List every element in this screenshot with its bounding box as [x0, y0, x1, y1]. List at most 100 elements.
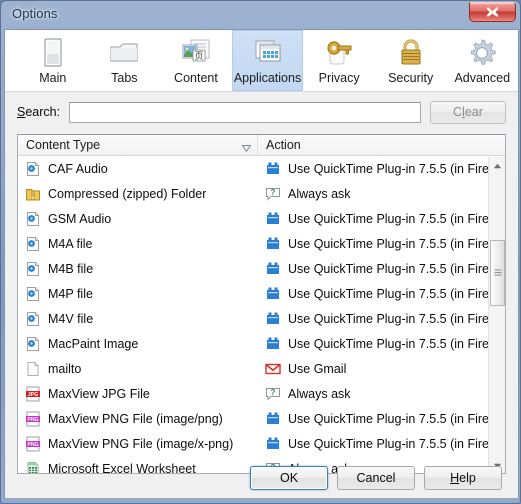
- cell-action: Use Gmail: [258, 361, 505, 377]
- gmail-icon: [265, 361, 281, 377]
- column-header-content-type[interactable]: Content Type: [18, 135, 258, 155]
- action-label: Use QuickTime Plug-in 7.5.5 (in Firef...: [288, 211, 503, 226]
- clear-label-prefix: C: [453, 105, 463, 119]
- column-header-action-label: Action: [266, 138, 301, 152]
- content-type-label: MacPaint Image: [48, 336, 139, 351]
- tab-privacy-label: Privacy: [318, 71, 360, 85]
- plugin-icon: [265, 436, 281, 452]
- tab-advanced[interactable]: Advanced: [446, 30, 518, 91]
- table-row[interactable]: GSM Audio Use QuickTime Plug-in 7.5.5 (i…: [18, 206, 505, 231]
- svg-text:PNG: PNG: [27, 417, 38, 423]
- content-type-label: M4B file: [48, 261, 94, 276]
- clear-button[interactable]: Clear: [430, 100, 506, 124]
- table-row[interactable]: JPG MaxView JPG File ? Always ask: [18, 381, 505, 406]
- column-header-action[interactable]: Action: [258, 135, 505, 155]
- search-row: Search: Clear: [5, 93, 518, 131]
- tab-privacy[interactable]: Privacy: [303, 30, 375, 91]
- tab-tabs[interactable]: Tabs: [89, 30, 161, 91]
- table-row[interactable]: M4P file Use QuickTime Plug-in 7.5.5 (in…: [18, 281, 505, 306]
- tab-main[interactable]: Main: [17, 30, 89, 91]
- svg-text:?: ?: [271, 388, 276, 397]
- action-label: Use QuickTime Plug-in 7.5.5 (in Firef...: [288, 311, 503, 326]
- help-label-suffix: elp: [459, 471, 476, 485]
- cell-action: Use QuickTime Plug-in 7.5.5 (in Firef...: [258, 311, 505, 327]
- scrollbar-thumb[interactable]: [490, 240, 505, 306]
- security-lock-icon: [396, 36, 426, 70]
- clear-label-suffix: ear: [464, 105, 483, 119]
- action-label: Use QuickTime Plug-in 7.5.5 (in Firef...: [288, 436, 503, 451]
- svg-text:?: ?: [271, 188, 276, 197]
- help-label-accel: H: [450, 471, 460, 485]
- table-row[interactable]: Compressed (zipped) Folder ? Always ask: [18, 181, 505, 206]
- plugin-icon: [265, 411, 281, 427]
- tab-applications-label: Applications: [233, 71, 302, 85]
- cell-action: Use QuickTime Plug-in 7.5.5 (in Firef...: [258, 211, 505, 227]
- blank-document-icon: [25, 361, 41, 377]
- generic-media-file-icon: [25, 311, 41, 327]
- plugin-icon: [265, 211, 281, 227]
- content-type-label: M4V file: [48, 311, 94, 326]
- dialog-client-area: Main Tabs 页 Content Applications Privacy…: [4, 29, 519, 499]
- cell-action: Use QuickTime Plug-in 7.5.5 (in Firef...: [258, 336, 505, 352]
- search-label: Search:: [17, 105, 60, 119]
- content-type-label: mailto: [48, 361, 82, 376]
- cell-content-type: JPG MaxView JPG File: [18, 386, 258, 402]
- main-icon: [40, 36, 66, 70]
- always-ask-icon: ?: [265, 186, 281, 202]
- vertical-scrollbar[interactable]: [488, 157, 505, 473]
- privacy-key-icon: [323, 36, 355, 70]
- close-button[interactable]: ✕: [469, 2, 516, 22]
- cell-content-type: M4B file: [18, 261, 258, 277]
- cell-content-type: GSM Audio: [18, 211, 258, 227]
- tab-security-label: Security: [388, 71, 434, 85]
- table-row[interactable]: M4V file Use QuickTime Plug-in 7.5.5 (in…: [18, 306, 505, 331]
- table-row[interactable]: MacPaint Image Use QuickTime Plug-in 7.5…: [18, 331, 505, 356]
- table-row[interactable]: PNG MaxView PNG File (image/x-png) Use Q…: [18, 431, 505, 456]
- cell-action: Use QuickTime Plug-in 7.5.5 (in Firef...: [258, 236, 505, 252]
- cancel-button[interactable]: Cancel: [337, 466, 415, 490]
- action-label: Always ask: [288, 186, 351, 201]
- table-row[interactable]: PNG MaxView PNG File (image/png) Use Qui…: [18, 406, 505, 431]
- tab-main-label: Main: [39, 71, 67, 85]
- content-type-label: MaxView PNG File (image/x-png): [48, 436, 234, 451]
- generic-media-file-icon: [25, 211, 41, 227]
- ok-button[interactable]: OK: [250, 466, 328, 490]
- table-row[interactable]: M4A file Use QuickTime Plug-in 7.5.5 (in…: [18, 231, 505, 256]
- plugin-icon: [265, 261, 281, 277]
- search-input[interactable]: [69, 101, 421, 123]
- content-type-label: M4P file: [48, 286, 93, 301]
- action-label: Use Gmail: [288, 361, 347, 376]
- zip-folder-icon: [25, 186, 41, 202]
- svg-text:JPG: JPG: [28, 392, 38, 398]
- png-file-icon: PNG: [25, 436, 41, 452]
- applications-icon: [252, 36, 284, 70]
- options-toolbar: Main Tabs 页 Content Applications Privacy…: [5, 30, 518, 92]
- jpg-file-icon: JPG: [25, 386, 41, 402]
- action-label: Always ask: [288, 386, 351, 401]
- tab-applications[interactable]: Applications: [231, 30, 304, 91]
- column-header-content-type-label: Content Type: [26, 138, 101, 152]
- scroll-thumb-grip-icon: [494, 264, 502, 282]
- plugin-icon: [265, 286, 281, 302]
- sort-descending-icon: [241, 141, 252, 155]
- tab-security[interactable]: Security: [375, 30, 447, 91]
- cell-content-type: PNG MaxView PNG File (image/x-png): [18, 436, 258, 452]
- table-row[interactable]: mailto Use Gmail: [18, 356, 505, 381]
- svg-text:✕: ✕: [488, 8, 496, 18]
- table-row[interactable]: M4B file Use QuickTime Plug-in 7.5.5 (in…: [18, 256, 505, 281]
- applications-list: Content Type Action CAF Audio Use QuickT…: [17, 134, 506, 474]
- tab-advanced-label: Advanced: [454, 71, 511, 85]
- tab-content[interactable]: 页 Content: [160, 30, 232, 91]
- table-row[interactable]: CAF Audio Use QuickTime Plug-in 7.5.5 (i…: [18, 156, 505, 181]
- action-label: Use QuickTime Plug-in 7.5.5 (in Firef...: [288, 336, 503, 351]
- content-icon: 页: [180, 36, 212, 70]
- title-bar: Options ✕: [1, 1, 520, 29]
- cell-content-type: mailto: [18, 361, 258, 377]
- content-type-label: MaxView JPG File: [48, 386, 150, 401]
- cell-content-type: M4A file: [18, 236, 258, 252]
- generic-media-file-icon: [25, 261, 41, 277]
- generic-media-file-icon: [25, 161, 41, 177]
- help-button[interactable]: Help: [424, 466, 502, 490]
- list-rows-container: CAF Audio Use QuickTime Plug-in 7.5.5 (i…: [18, 156, 505, 473]
- scroll-up-arrow-icon[interactable]: [489, 157, 505, 174]
